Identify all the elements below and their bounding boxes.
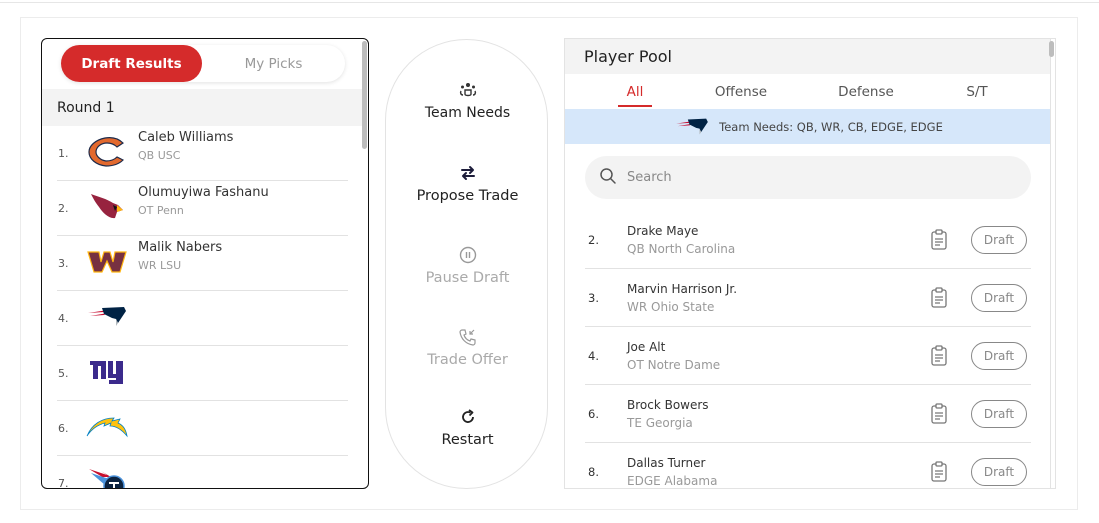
player-name: Marvin Harrison Jr. — [627, 282, 738, 296]
draft-button[interactable]: Draft — [971, 458, 1027, 486]
tab-all[interactable]: All — [618, 74, 652, 109]
pause-icon — [458, 245, 478, 265]
player-position-school: QB North Carolina — [627, 242, 736, 256]
player-position-school: WR LSU — [138, 259, 182, 272]
pause-draft-label: Pause Draft — [425, 270, 510, 286]
team-icon — [458, 80, 478, 100]
player-row: 4. Joe Alt OT Notre Dame Draft — [565, 327, 1051, 385]
tab-offense[interactable]: Offense — [705, 74, 777, 109]
cardinals-logo-icon — [86, 188, 128, 226]
pick-row[interactable]: 5. — [42, 346, 364, 401]
draft-button[interactable]: Draft — [971, 400, 1027, 428]
pick-list: 1. Caleb Williams QB USC 2. Olumuyiwa Fa… — [42, 126, 364, 489]
restart-icon — [458, 407, 478, 427]
commanders-logo-icon — [86, 243, 128, 281]
player-row: 2. Drake Maye QB North Carolina Draft — [565, 211, 1051, 269]
bears-logo-icon — [86, 133, 128, 171]
search-box[interactable] — [585, 156, 1031, 199]
propose-trade-button[interactable]: Propose Trade — [386, 163, 549, 204]
player-rank: 3. — [588, 291, 599, 305]
chargers-logo-icon — [86, 408, 128, 446]
search-icon — [599, 167, 617, 189]
player-position-school: OT Notre Dame — [627, 358, 721, 372]
player-name: Olumuyiwa Fashanu — [138, 185, 269, 200]
clipboard-icon[interactable] — [930, 287, 948, 309]
search-input[interactable] — [627, 170, 1007, 185]
pick-row[interactable]: 7. — [42, 456, 364, 489]
pick-number: 3. — [58, 257, 69, 270]
results-segmented-control: Draft Results My Picks — [61, 45, 345, 82]
draft-button[interactable]: Draft — [971, 226, 1027, 254]
restart-button[interactable]: Restart — [386, 407, 549, 448]
pick-row[interactable]: 2. Olumuyiwa Fashanu OT Penn — [42, 181, 364, 236]
round-header: Round 1 — [42, 89, 364, 126]
team-needs-banner: Team Needs: QB, WR, CB, EDGE, EDGE — [565, 109, 1051, 144]
clipboard-icon[interactable] — [930, 461, 948, 483]
draft-button[interactable]: Draft — [971, 342, 1027, 370]
clipboard-icon[interactable] — [930, 229, 948, 251]
tab-draft-results[interactable]: Draft Results — [61, 45, 202, 82]
pick-row[interactable]: 3. Malik Nabers WR LSU — [42, 236, 364, 291]
trade-offer-label: Trade Offer — [427, 352, 508, 368]
top-divider — [0, 2, 1099, 3]
player-list: 2. Drake Maye QB North Carolina Draft 3.… — [565, 211, 1051, 488]
player-position-school: EDGE Alabama — [627, 474, 718, 488]
player-position-school: TE Georgia — [627, 416, 693, 430]
clipboard-icon[interactable] — [930, 403, 948, 425]
pick-number: 6. — [58, 422, 69, 435]
position-tabs: All Offense Defense S/T — [565, 74, 1051, 109]
draft-results-panel: Draft Results My Picks Round 1 1. Caleb … — [41, 38, 369, 489]
trade-offer-button[interactable]: Trade Offer — [386, 327, 549, 368]
right-scroll-track — [1050, 39, 1055, 488]
titans-logo-icon — [86, 463, 128, 488]
left-scrollbar[interactable] — [362, 41, 367, 149]
player-name: Brock Bowers — [627, 398, 709, 412]
player-position-school: WR Ohio State — [627, 300, 715, 314]
tab-special-teams[interactable]: S/T — [957, 74, 997, 109]
team-needs-text: Team Needs: QB, WR, CB, EDGE, EDGE — [719, 119, 943, 134]
pick-row[interactable]: 1. Caleb Williams QB USC — [42, 126, 364, 181]
propose-trade-label: Propose Trade — [416, 188, 519, 204]
player-rank: 6. — [588, 407, 599, 421]
player-rank: 8. — [588, 465, 599, 479]
player-row: 6. Brock Bowers TE Georgia Draft — [565, 385, 1051, 443]
pause-draft-button[interactable]: Pause Draft — [386, 245, 549, 286]
player-name: Joe Alt — [627, 340, 666, 354]
player-row: 8. Dallas Turner EDGE Alabama Draft — [565, 443, 1051, 488]
pick-number: 7. — [58, 477, 69, 489]
pick-number: 4. — [58, 312, 69, 325]
player-position-school: QB USC — [138, 149, 181, 162]
player-name: Drake Maye — [627, 224, 699, 238]
player-position-school: OT Penn — [138, 204, 184, 217]
player-pool-title: Player Pool — [565, 39, 1051, 74]
draft-button[interactable]: Draft — [971, 284, 1027, 312]
restart-label: Restart — [441, 432, 494, 448]
player-row: 3. Marvin Harrison Jr. WR Ohio State Dra… — [565, 269, 1051, 327]
player-name: Caleb Williams — [138, 130, 234, 145]
phone-incoming-icon — [458, 327, 478, 347]
actions-panel: Team Needs Propose Trade Pause Draft Tra… — [385, 39, 548, 489]
team-needs-button[interactable]: Team Needs — [386, 80, 549, 121]
clipboard-icon[interactable] — [930, 345, 948, 367]
right-scrollbar[interactable] — [1049, 41, 1054, 57]
player-pool-panel: Player Pool All Offense Defense S/T Team… — [564, 38, 1056, 489]
player-name: Dallas Turner — [627, 456, 706, 470]
team-needs-label: Team Needs — [424, 105, 511, 121]
tab-defense[interactable]: Defense — [830, 74, 902, 109]
giants-logo-icon — [86, 353, 128, 391]
pick-row[interactable]: 6. — [42, 401, 364, 456]
player-rank: 2. — [588, 233, 599, 247]
pick-number: 2. — [58, 202, 69, 215]
patriots-logo-icon — [673, 116, 713, 138]
pick-row[interactable]: 4. — [42, 291, 364, 346]
pick-number: 1. — [58, 147, 69, 160]
player-name: Malik Nabers — [138, 240, 223, 255]
tab-my-picks[interactable]: My Picks — [202, 45, 345, 82]
patriots-logo-icon — [86, 298, 128, 336]
player-rank: 4. — [588, 349, 599, 363]
swap-arrows-icon — [458, 163, 478, 183]
pick-number: 5. — [58, 367, 69, 380]
